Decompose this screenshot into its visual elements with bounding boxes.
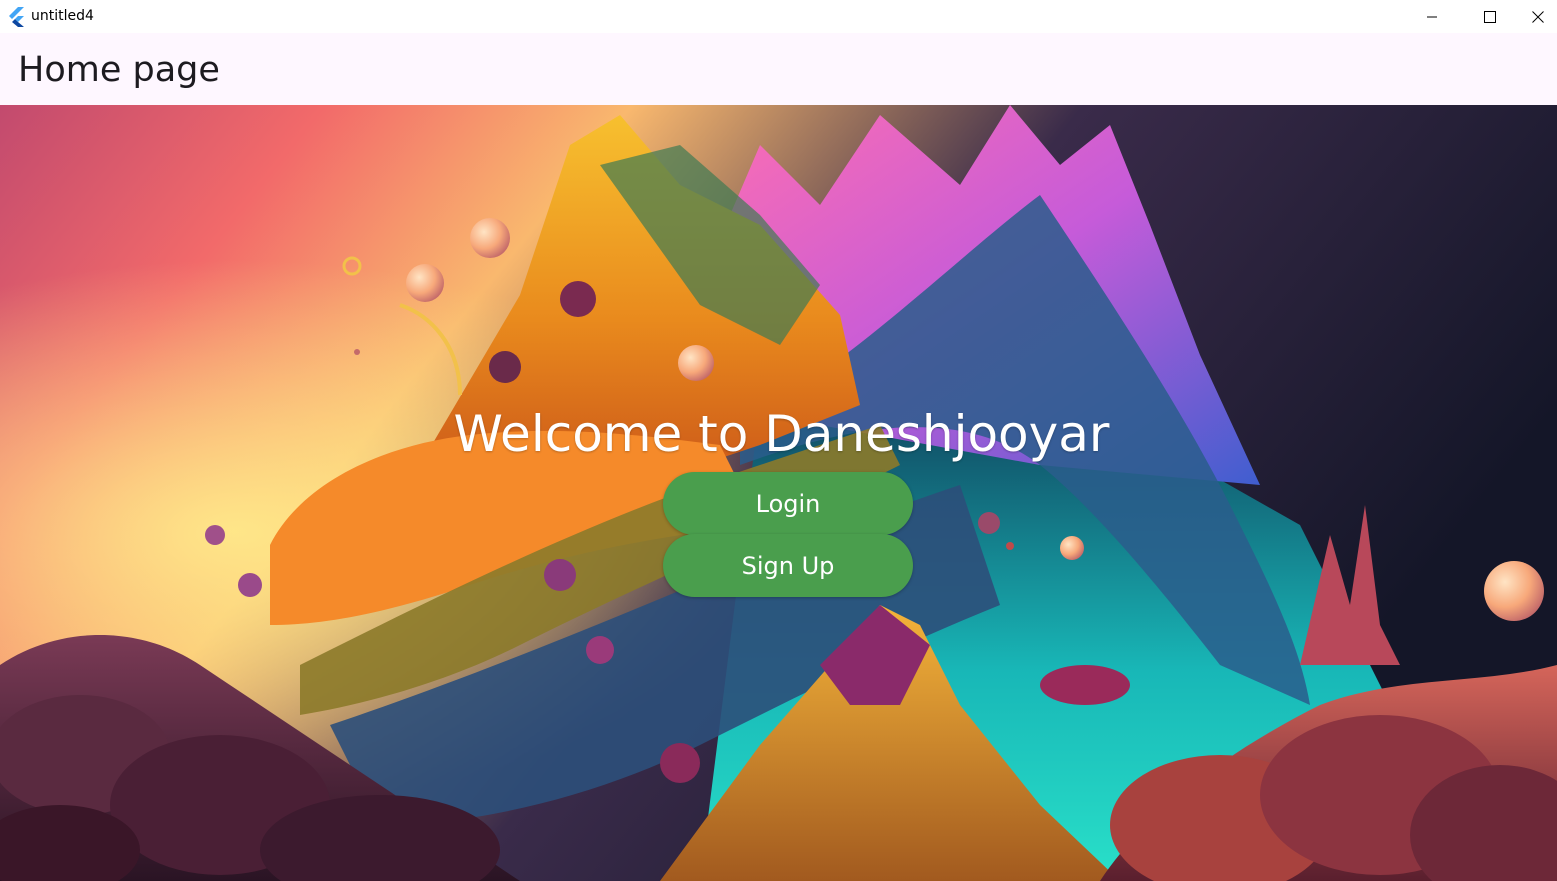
window-title: untitled4 (31, 8, 94, 24)
flutter-icon (9, 7, 24, 27)
signup-button[interactable]: Sign Up (663, 534, 913, 597)
page-title: Home page (18, 50, 220, 90)
window-titlebar[interactable]: untitled4 (0, 0, 1557, 33)
minimize-icon (1427, 16, 1437, 17)
close-button[interactable] (1519, 0, 1557, 33)
home-body: Welcome to Daneshjooyar Login Sign Up (0, 105, 1557, 881)
welcome-heading: Welcome to Daneshjooyar (453, 405, 1110, 463)
close-icon (1532, 10, 1544, 23)
login-button[interactable]: Login (663, 472, 913, 535)
maximize-icon (1484, 10, 1496, 23)
minimize-button[interactable] (1403, 0, 1461, 33)
maximize-button[interactable] (1461, 0, 1519, 33)
app-bar: Home page (0, 33, 1557, 105)
